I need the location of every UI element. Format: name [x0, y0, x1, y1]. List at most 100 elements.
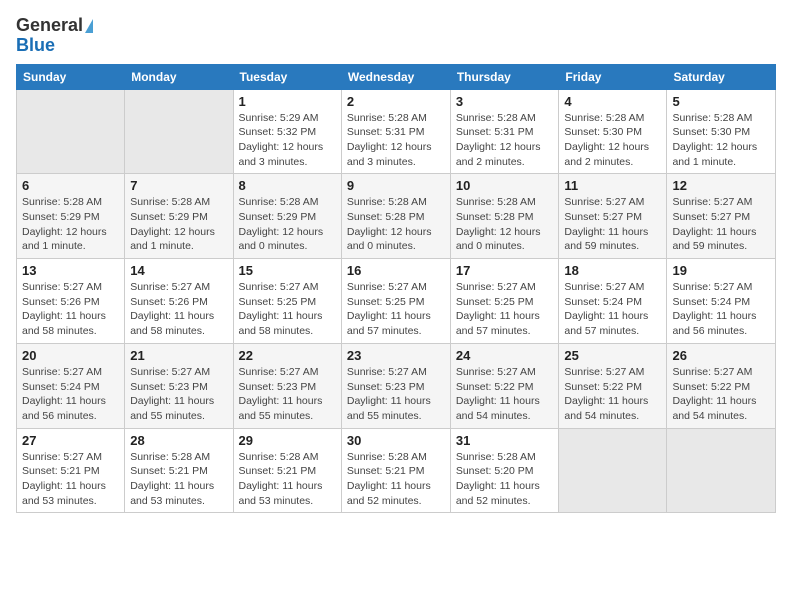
day-info: Sunrise: 5:28 AMSunset: 5:29 PMDaylight:…: [22, 195, 119, 254]
calendar-cell: 25Sunrise: 5:27 AMSunset: 5:22 PMDayligh…: [559, 343, 667, 428]
calendar-cell: [125, 89, 233, 174]
calendar-cell: [559, 428, 667, 513]
calendar-cell: 15 Sunrise: 5:27 AMSunset: 5:25 PMDayligh…: [233, 259, 341, 344]
logo: General Blue: [16, 16, 93, 56]
day-number: 3: [456, 94, 554, 109]
day-number: 13: [22, 263, 119, 278]
day-info: Sunrise: 5:28 AMSunset: 5:29 PMDaylight:…: [130, 195, 227, 254]
day-number: 22: [239, 348, 336, 363]
calendar-cell: 23 Sunrise: 5:27 AMSunset: 5:23 PMDayligh…: [341, 343, 450, 428]
day-info: Sunrise: 5:28 AMSunset: 5:21 PMDaylight:…: [239, 450, 336, 509]
calendar-cell: 10Sunrise: 5:28 AMSunset: 5:28 PMDayligh…: [450, 174, 559, 259]
day-info: Sunrise: 5:28 AMSunset: 5:30 PMDaylight:…: [564, 111, 661, 170]
weekday-header-monday: Monday: [125, 64, 233, 89]
day-info: Sunrise: 5:27 AMSunset: 5:24 PMDaylight:…: [564, 280, 661, 339]
day-info: Sunrise: 5:27 AMSunset: 5:24 PMDaylight:…: [672, 280, 770, 339]
day-info: Sunrise: 5:27 AMSunset: 5:23 PMDaylight:…: [239, 365, 336, 424]
day-info: Sunrise: 5:28 AMSunset: 5:28 PMDaylight:…: [456, 195, 554, 254]
day-info: Sunrise: 5:27 AMSunset: 5:27 PMDaylight:…: [564, 195, 661, 254]
day-info: Sunrise: 5:27 AMSunset: 5:26 PMDaylight:…: [130, 280, 227, 339]
day-number: 25: [564, 348, 661, 363]
day-info: Sunrise: 5:27 AMSunset: 5:27 PMDaylight:…: [672, 195, 770, 254]
day-info: Sunrise: 5:28 AMSunset: 5:31 PMDaylight:…: [347, 111, 445, 170]
day-number: 20: [22, 348, 119, 363]
weekday-header-thursday: Thursday: [450, 64, 559, 89]
calendar-cell: [17, 89, 125, 174]
logo-blue: Blue: [16, 36, 55, 56]
day-number: 2: [347, 94, 445, 109]
day-number: 17: [456, 263, 554, 278]
day-number: 21: [130, 348, 227, 363]
day-info: Sunrise: 5:29 AMSunset: 5:32 PMDaylight:…: [239, 111, 336, 170]
day-info: Sunrise: 5:28 AMSunset: 5:30 PMDaylight:…: [672, 111, 770, 170]
day-number: 23: [347, 348, 445, 363]
calendar-cell: 17 Sunrise: 5:27 AMSunset: 5:25 PMDayligh…: [450, 259, 559, 344]
calendar-cell: 24 Sunrise: 5:27 AMSunset: 5:22 PMDayligh…: [450, 343, 559, 428]
calendar-cell: 19 Sunrise: 5:27 AMSunset: 5:24 PMDayligh…: [667, 259, 776, 344]
day-number: 15: [239, 263, 336, 278]
calendar-cell: 9 Sunrise: 5:28 AMSunset: 5:28 PMDaylight…: [341, 174, 450, 259]
day-number: 31: [456, 433, 554, 448]
day-info: Sunrise: 5:28 AMSunset: 5:21 PMDaylight:…: [130, 450, 227, 509]
day-number: 7: [130, 178, 227, 193]
day-info: Sunrise: 5:27 AMSunset: 5:23 PMDaylight:…: [347, 365, 445, 424]
calendar-cell: [667, 428, 776, 513]
calendar-cell: 28 Sunrise: 5:28 AMSunset: 5:21 PMDayligh…: [125, 428, 233, 513]
day-number: 11: [564, 178, 661, 193]
day-number: 12: [672, 178, 770, 193]
calendar-cell: 14 Sunrise: 5:27 AMSunset: 5:26 PMDayligh…: [125, 259, 233, 344]
day-number: 16: [347, 263, 445, 278]
day-number: 6: [22, 178, 119, 193]
day-number: 14: [130, 263, 227, 278]
calendar-cell: 3Sunrise: 5:28 AMSunset: 5:31 PMDaylight…: [450, 89, 559, 174]
day-info: Sunrise: 5:27 AMSunset: 5:25 PMDaylight:…: [239, 280, 336, 339]
day-info: Sunrise: 5:27 AMSunset: 5:21 PMDaylight:…: [22, 450, 119, 509]
calendar-cell: 6 Sunrise: 5:28 AMSunset: 5:29 PMDaylight…: [17, 174, 125, 259]
calendar-cell: 21Sunrise: 5:27 AMSunset: 5:23 PMDayligh…: [125, 343, 233, 428]
calendar-cell: 2 Sunrise: 5:28 AMSunset: 5:31 PMDaylight…: [341, 89, 450, 174]
day-info: Sunrise: 5:28 AMSunset: 5:20 PMDaylight:…: [456, 450, 554, 509]
day-info: Sunrise: 5:28 AMSunset: 5:28 PMDaylight:…: [347, 195, 445, 254]
calendar-cell: 26 Sunrise: 5:27 AMSunset: 5:22 PMDayligh…: [667, 343, 776, 428]
weekday-header-saturday: Saturday: [667, 64, 776, 89]
day-number: 29: [239, 433, 336, 448]
logo-general: General: [16, 16, 93, 36]
weekday-header-sunday: Sunday: [17, 64, 125, 89]
weekday-header-friday: Friday: [559, 64, 667, 89]
day-info: Sunrise: 5:28 AMSunset: 5:21 PMDaylight:…: [347, 450, 445, 509]
calendar-cell: 12 Sunrise: 5:27 AMSunset: 5:27 PMDayligh…: [667, 174, 776, 259]
day-number: 30: [347, 433, 445, 448]
day-info: Sunrise: 5:27 AMSunset: 5:25 PMDaylight:…: [456, 280, 554, 339]
day-number: 24: [456, 348, 554, 363]
calendar-cell: 22 Sunrise: 5:27 AMSunset: 5:23 PMDayligh…: [233, 343, 341, 428]
calendar-cell: 4 Sunrise: 5:28 AMSunset: 5:30 PMDaylight…: [559, 89, 667, 174]
calendar-cell: 11 Sunrise: 5:27 AMSunset: 5:27 PMDayligh…: [559, 174, 667, 259]
calendar-cell: 31 Sunrise: 5:28 AMSunset: 5:20 PMDayligh…: [450, 428, 559, 513]
day-info: Sunrise: 5:28 AMSunset: 5:29 PMDaylight:…: [239, 195, 336, 254]
calendar-cell: 16Sunrise: 5:27 AMSunset: 5:25 PMDayligh…: [341, 259, 450, 344]
calendar-cell: 27 Sunrise: 5:27 AMSunset: 5:21 PMDayligh…: [17, 428, 125, 513]
weekday-header-wednesday: Wednesday: [341, 64, 450, 89]
calendar-cell: 8 Sunrise: 5:28 AMSunset: 5:29 PMDaylight…: [233, 174, 341, 259]
calendar-cell: 20 Sunrise: 5:27 AMSunset: 5:24 PMDayligh…: [17, 343, 125, 428]
calendar-cell: 7 Sunrise: 5:28 AMSunset: 5:29 PMDaylight…: [125, 174, 233, 259]
day-info: Sunrise: 5:27 AMSunset: 5:24 PMDaylight:…: [22, 365, 119, 424]
calendar-cell: 18 Sunrise: 5:27 AMSunset: 5:24 PMDayligh…: [559, 259, 667, 344]
weekday-header-tuesday: Tuesday: [233, 64, 341, 89]
day-number: 9: [347, 178, 445, 193]
day-number: 28: [130, 433, 227, 448]
calendar-cell: 29 Sunrise: 5:28 AMSunset: 5:21 PMDayligh…: [233, 428, 341, 513]
day-number: 19: [672, 263, 770, 278]
day-number: 1: [239, 94, 336, 109]
day-number: 8: [239, 178, 336, 193]
day-number: 26: [672, 348, 770, 363]
day-info: Sunrise: 5:27 AMSunset: 5:22 PMDaylight:…: [456, 365, 554, 424]
day-info: Sunrise: 5:27 AMSunset: 5:22 PMDaylight:…: [672, 365, 770, 424]
day-number: 27: [22, 433, 119, 448]
day-info: Sunrise: 5:27 AMSunset: 5:26 PMDaylight:…: [22, 280, 119, 339]
day-number: 4: [564, 94, 661, 109]
calendar-cell: 1 Sunrise: 5:29 AMSunset: 5:32 PMDaylight…: [233, 89, 341, 174]
day-number: 18: [564, 263, 661, 278]
day-number: 5: [672, 94, 770, 109]
calendar-cell: 30 Sunrise: 5:28 AMSunset: 5:21 PMDayligh…: [341, 428, 450, 513]
